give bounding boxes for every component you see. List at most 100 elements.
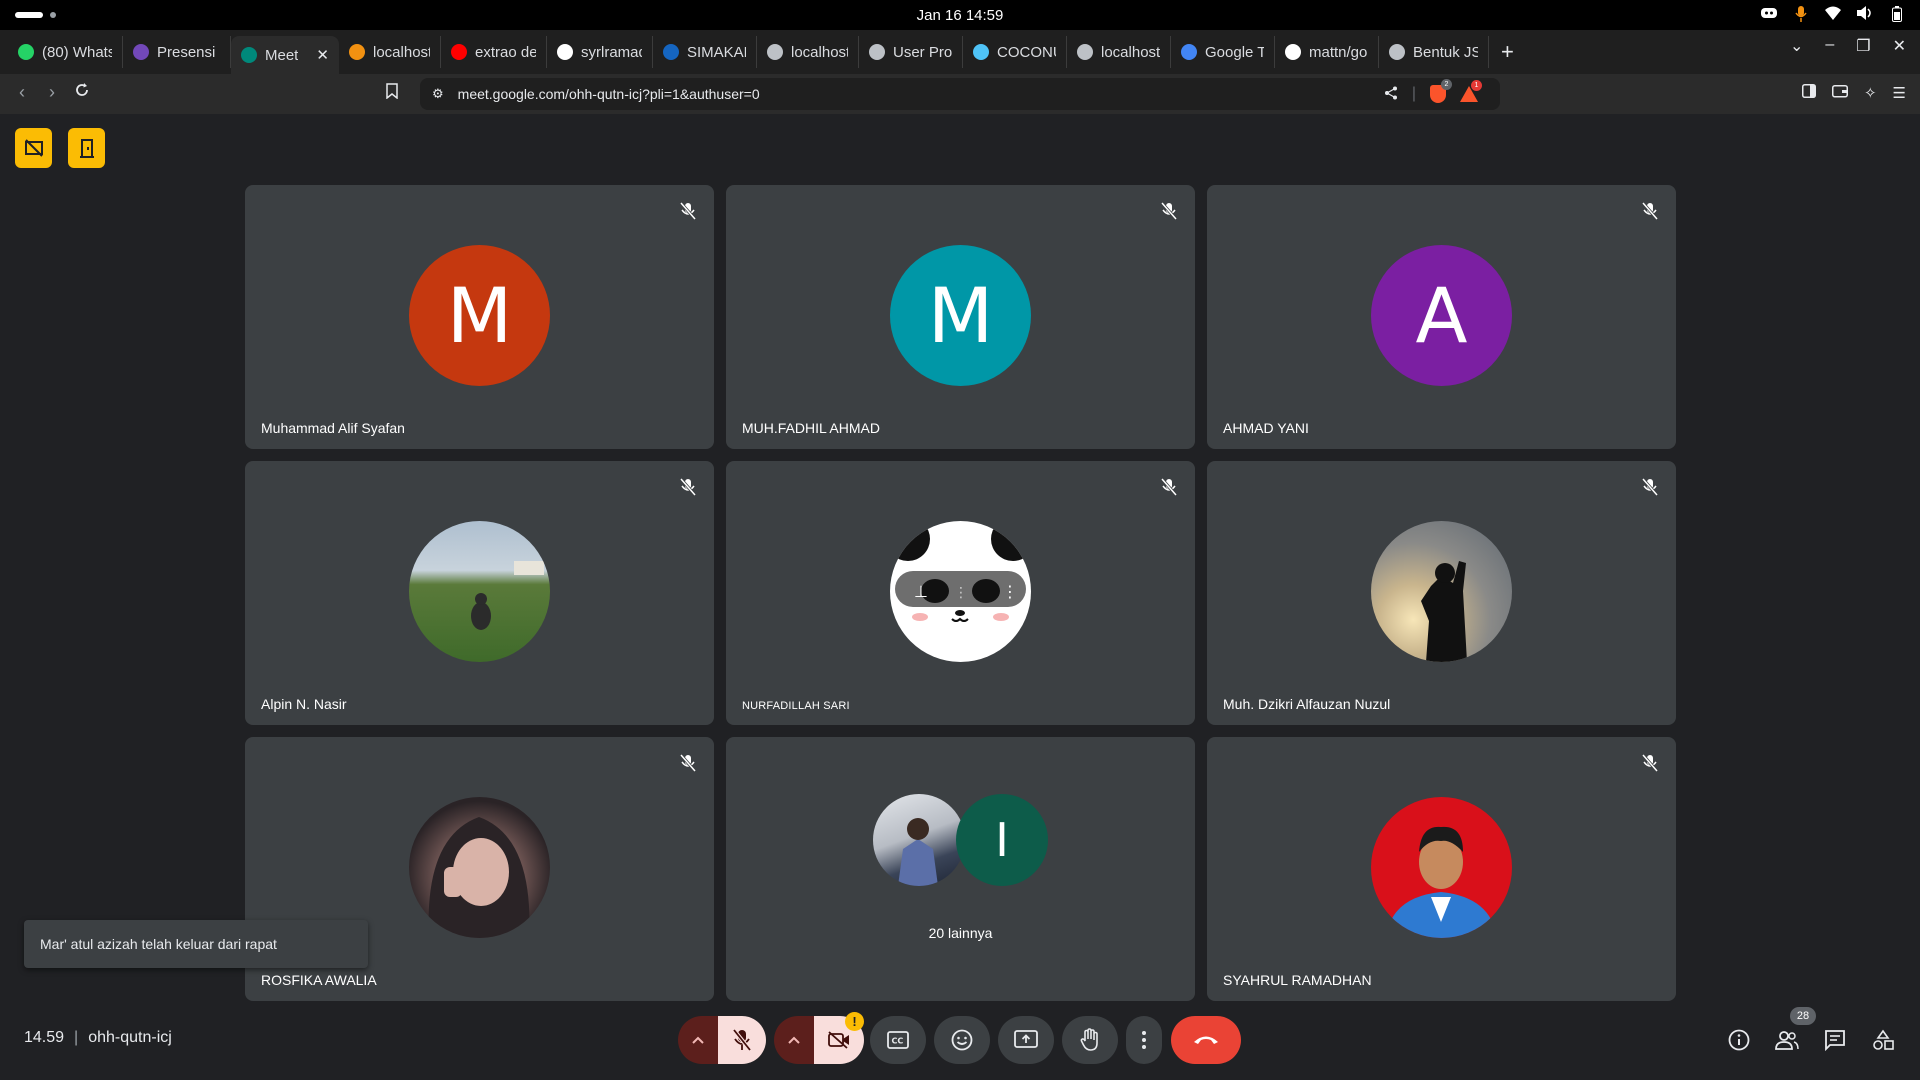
tab-label: SIMAKAD |: [687, 43, 746, 61]
close-icon[interactable]: ✕: [316, 46, 329, 64]
browser-tab[interactable]: localhost /: [339, 36, 441, 68]
unmute-button[interactable]: [718, 1016, 766, 1064]
mic-icon[interactable]: [1792, 6, 1810, 27]
mic-control-group: [678, 1016, 766, 1064]
browser-tab[interactable]: Google Ter: [1171, 36, 1275, 68]
battery-icon[interactable]: [1888, 6, 1906, 27]
forward-button[interactable]: ›: [40, 82, 64, 103]
tab-search-icon[interactable]: ⌄: [1790, 36, 1803, 56]
video-options-chevron[interactable]: [774, 1016, 814, 1064]
people-icon[interactable]: [1773, 1026, 1801, 1054]
brave-rewards-icon[interactable]: 1: [1460, 80, 1482, 102]
captions-button[interactable]: CC: [870, 1016, 926, 1064]
menu-icon[interactable]: ☰: [1893, 84, 1906, 102]
participant-tile[interactable]: M Muhammad Alif Syafan: [245, 185, 714, 449]
emoji-reaction-button[interactable]: [934, 1016, 990, 1064]
minimize-icon[interactable]: –: [1825, 36, 1834, 56]
github-icon: [557, 44, 573, 60]
browser-tab[interactable]: SIMAKAD |: [653, 36, 757, 68]
browser-tab[interactable]: (80) Whats: [8, 36, 123, 68]
site-settings-icon[interactable]: ⚙: [432, 86, 444, 102]
sidebar-icon[interactable]: [1801, 84, 1816, 102]
camera-warning-icon[interactable]: !: [845, 1012, 864, 1031]
participant-tile[interactable]: Muh. Dzikri Alfauzan Nuzul: [1207, 461, 1676, 725]
participant-tile[interactable]: A AHMAD YANI: [1207, 185, 1676, 449]
meeting-info-icon[interactable]: [1725, 1026, 1753, 1054]
close-window-icon[interactable]: ✕: [1893, 36, 1906, 56]
github-icon: [1285, 44, 1301, 60]
share-icon[interactable]: [1384, 86, 1398, 103]
door-icon[interactable]: [68, 128, 105, 168]
svg-text:⋮: ⋮: [954, 585, 968, 601]
raise-hand-button[interactable]: [1062, 1016, 1118, 1064]
back-button[interactable]: ‹: [10, 82, 34, 103]
wallet-icon[interactable]: [1831, 84, 1848, 102]
leave-notification-toast: Mar' atul azizah telah keluar dari rapat: [24, 920, 368, 968]
more-options-icon[interactable]: [1126, 1016, 1162, 1064]
tab-label: mattn/go-s: [1309, 43, 1368, 61]
tab-label: User Profil: [893, 43, 952, 61]
browser-tab-strip: (80) Whats Presensi Meet ✕ localhost / extrao…: [0, 30, 1920, 74]
participant-tile[interactable]: Alpin N. Nasir: [245, 461, 714, 725]
browser-tab[interactable]: syrlramadh: [547, 36, 653, 68]
leo-ai-icon[interactable]: ✧: [1864, 84, 1877, 102]
browser-tab[interactable]: User Profil: [859, 36, 963, 68]
browser-tab[interactable]: extrao dev: [441, 36, 547, 68]
url-text[interactable]: meet.google.com/ohh-qutn-icj?pli=1&authu…: [458, 86, 760, 102]
wifi-icon[interactable]: [1824, 6, 1842, 27]
meeting-details: 14.59 | ohh-qutn-icj: [24, 1029, 172, 1047]
brave-shields-icon[interactable]: 2: [1430, 79, 1452, 103]
svg-text:⋮: ⋮: [1002, 582, 1018, 601]
participant-tile[interactable]: ⊥ ⋮ ⋮ NURFADILLAH SARI: [726, 461, 1195, 725]
participant-name: NURFADILLAH SARI: [742, 700, 850, 712]
browser-right-tools: ✧ ☰: [1801, 84, 1906, 102]
meeting-time: 14.59: [24, 1029, 65, 1046]
tab-label: localhost:8: [791, 43, 848, 61]
mic-off-icon: [1638, 751, 1662, 775]
volume-icon[interactable]: [1856, 6, 1874, 27]
browser-tab[interactable]: localhost:8: [757, 36, 859, 68]
forms-icon: [133, 44, 149, 60]
svg-text:⊥: ⊥: [914, 582, 928, 601]
browser-tab[interactable]: mattn/go-s: [1275, 36, 1379, 68]
leave-call-button[interactable]: [1171, 1016, 1241, 1064]
tab-label: Presensi: [157, 43, 216, 61]
browser-tab[interactable]: Bentuk JSO: [1379, 36, 1489, 68]
chat-icon[interactable]: [1821, 1026, 1849, 1054]
other-participant-avatar: [873, 794, 965, 886]
os-clock[interactable]: Jan 16 14:59: [0, 7, 1920, 24]
mic-off-icon: [1157, 199, 1181, 223]
others-tile[interactable]: I 20 lainnya: [726, 737, 1195, 1001]
meeting-separator: |: [74, 1029, 79, 1046]
participant-name: Muh. Dzikri Alfauzan Nuzul: [1223, 696, 1391, 712]
participant-name: Alpin N. Nasir: [261, 696, 347, 712]
present-screen-button[interactable]: [998, 1016, 1054, 1064]
tab-label: extrao dev: [475, 43, 536, 61]
browser-tab[interactable]: localhost:5: [1067, 36, 1171, 68]
avatar-photo: [1371, 797, 1512, 938]
mic-off-icon: [676, 199, 700, 223]
hide-self-view-button[interactable]: [15, 128, 52, 168]
svg-text:CC: CC: [892, 1037, 904, 1046]
audio-options-chevron[interactable]: [678, 1016, 718, 1064]
participant-name: MUH.FADHIL AHMAD: [742, 420, 880, 436]
phpmyadmin-icon: [349, 44, 365, 60]
tab-label: Google Ter: [1205, 43, 1264, 61]
browser-tab[interactable]: COCONUT: [963, 36, 1067, 68]
globe-icon: [767, 44, 783, 60]
participant-tile[interactable]: SYAHRUL RAMADHAN: [1207, 737, 1676, 1001]
system-tray[interactable]: [1760, 6, 1906, 27]
discord-icon[interactable]: [1760, 6, 1778, 27]
bookmark-icon[interactable]: [386, 83, 398, 104]
activities-icon[interactable]: [1869, 1026, 1897, 1054]
browser-tab[interactable]: Meet ✕: [231, 36, 339, 74]
tab-label: localhost /: [373, 43, 430, 61]
address-bar[interactable]: ⚙ meet.google.com/ohh-qutn-icj?pli=1&aut…: [420, 78, 1500, 110]
os-top-bar: Jan 16 14:59: [0, 0, 1920, 30]
browser-tab[interactable]: Presensi: [123, 36, 231, 68]
restore-icon[interactable]: ❐: [1856, 36, 1870, 56]
reload-button[interactable]: [70, 82, 94, 103]
new-tab-icon[interactable]: +: [1501, 39, 1514, 65]
participant-name: AHMAD YANI: [1223, 420, 1309, 436]
participant-tile[interactable]: M MUH.FADHIL AHMAD: [726, 185, 1195, 449]
